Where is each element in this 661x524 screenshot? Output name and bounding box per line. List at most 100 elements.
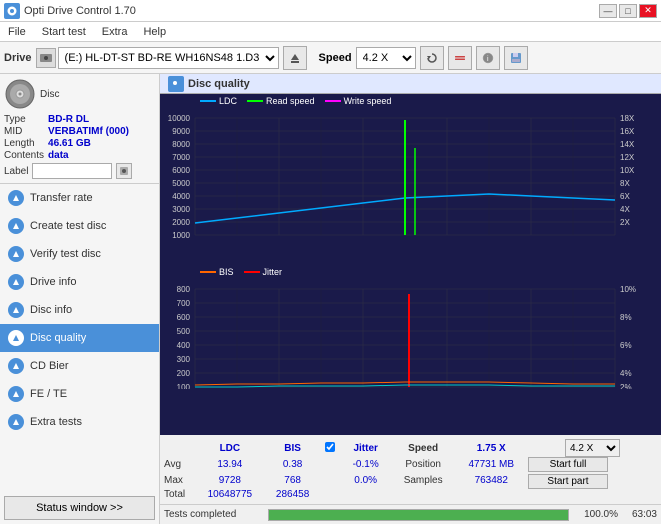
minimize-button[interactable]: — xyxy=(599,4,617,18)
settings-button[interactable] xyxy=(448,46,472,70)
sidebar-item-disc-quality[interactable]: Disc quality xyxy=(0,324,159,352)
start-full-button[interactable]: Start full xyxy=(528,457,608,472)
svg-text:4X: 4X xyxy=(620,205,630,214)
avg-bis: 0.38 xyxy=(266,457,320,472)
speed-select[interactable]: 4.2 X xyxy=(356,47,416,69)
sidebar-item-extra-tests[interactable]: Extra tests xyxy=(0,408,159,436)
bis-legend: BIS xyxy=(200,267,234,277)
svg-text:16X: 16X xyxy=(620,127,635,136)
stats-avg-row: Avg 13.94 0.38 -0.1% Position 47731 MB S… xyxy=(164,457,657,472)
eject-button[interactable] xyxy=(283,46,307,70)
svg-text:100: 100 xyxy=(177,383,191,389)
disc-quality-header: Disc quality xyxy=(160,74,661,94)
drive-label: Drive xyxy=(4,52,32,64)
jitter-checkbox[interactable] xyxy=(325,442,335,452)
sidebar-item-create-test-disc[interactable]: Create test disc xyxy=(0,212,159,240)
svg-text:8%: 8% xyxy=(620,313,632,322)
speed-select-stats[interactable]: 4.2 X xyxy=(565,439,620,457)
label-input[interactable] xyxy=(32,163,112,179)
svg-text:4%: 4% xyxy=(620,369,632,378)
disc-info-label: Disc info xyxy=(30,304,72,316)
svg-text:8000: 8000 xyxy=(172,140,190,149)
menu-file[interactable]: File xyxy=(4,22,30,41)
save-button[interactable] xyxy=(504,46,528,70)
ldc-legend: LDC xyxy=(200,96,237,106)
create-test-disc-label: Create test disc xyxy=(30,220,106,232)
read-speed-legend-label: Read speed xyxy=(266,96,315,106)
verify-test-disc-label: Verify test disc xyxy=(30,248,101,260)
max-jitter: 0.0% xyxy=(340,472,392,489)
svg-text:800: 800 xyxy=(177,285,191,294)
position-value: 47731 MB xyxy=(455,457,528,472)
sidebar-item-verify-test-disc[interactable]: Verify test disc xyxy=(0,240,159,268)
stats-table: LDC BIS Jitter Speed 1.75 X xyxy=(164,439,657,500)
menu-help[interactable]: Help xyxy=(139,22,170,41)
close-button[interactable]: ✕ xyxy=(639,4,657,18)
length-label: Length xyxy=(4,138,44,149)
menu-start-test[interactable]: Start test xyxy=(38,22,90,41)
disc-panel: Disc Type BD-R DL MID VERBATIMf (000) Le… xyxy=(0,74,159,184)
svg-text:6%: 6% xyxy=(620,341,632,350)
svg-text:18X: 18X xyxy=(620,114,635,123)
ldc-header: LDC xyxy=(194,439,266,457)
drive-info-icon xyxy=(8,274,24,290)
bis-legend-label: BIS xyxy=(219,267,234,277)
sidebar-item-cd-bier[interactable]: CD Bier xyxy=(0,352,159,380)
main-area: Disc Type BD-R DL MID VERBATIMf (000) Le… xyxy=(0,74,661,524)
samples-value: 763482 xyxy=(455,472,528,489)
nav-items: Transfer rate Create test disc Verify te… xyxy=(0,184,159,492)
speed-value-header: 1.75 X xyxy=(455,439,528,457)
drive-select[interactable]: (E:) HL-DT-ST BD-RE WH16NS48 1.D3 xyxy=(58,47,279,69)
disc-quality-header-icon xyxy=(168,76,184,92)
title-bar: Opti Drive Control 1.70 — □ ✕ xyxy=(0,0,661,22)
sidebar-item-fe-te[interactable]: FE / TE xyxy=(0,380,159,408)
sidebar-item-disc-info[interactable]: Disc info xyxy=(0,296,159,324)
app-icon xyxy=(4,3,20,19)
menu-extra[interactable]: Extra xyxy=(98,22,132,41)
svg-text:10%: 10% xyxy=(620,285,636,294)
contents-value: data xyxy=(48,150,155,161)
label-edit-button[interactable] xyxy=(116,163,132,179)
top-chart-area: LDC Read speed Write speed xyxy=(160,94,661,265)
avg-label: Avg xyxy=(164,457,194,472)
max-ldc: 9728 xyxy=(194,472,266,489)
svg-text:2X: 2X xyxy=(620,218,630,227)
svg-text:10000: 10000 xyxy=(168,114,191,123)
svg-text:200: 200 xyxy=(177,369,191,378)
bottom-chart-svg: 800 700 600 500 400 300 200 100 10% 8% 6… xyxy=(160,279,650,389)
svg-text:5000: 5000 xyxy=(172,179,190,188)
bis-header: BIS xyxy=(266,439,320,457)
disc-header: Disc xyxy=(4,78,155,110)
disc-info-icon xyxy=(8,302,24,318)
total-ldc: 10648775 xyxy=(194,489,266,500)
bottom-legend: BIS Jitter xyxy=(160,265,661,279)
total-label: Total xyxy=(164,489,194,500)
top-legend: LDC Read speed Write speed xyxy=(160,94,661,108)
info-button[interactable]: i xyxy=(476,46,500,70)
avg-ldc: 13.94 xyxy=(194,457,266,472)
start-part-button[interactable]: Start part xyxy=(528,474,608,489)
maximize-button[interactable]: □ xyxy=(619,4,637,18)
stats-footer: LDC BIS Jitter Speed 1.75 X xyxy=(160,435,661,504)
contents-label: Contents xyxy=(4,150,44,161)
fe-te-label: FE / TE xyxy=(30,388,67,400)
length-value: 46.61 GB xyxy=(48,138,155,149)
position-label: Position xyxy=(392,457,455,472)
label-field-label: Label xyxy=(4,166,28,177)
sidebar-item-drive-info[interactable]: Drive info xyxy=(0,268,159,296)
verify-test-disc-icon xyxy=(8,246,24,262)
fe-te-icon xyxy=(8,386,24,402)
status-window-button[interactable]: Status window >> xyxy=(4,496,155,520)
write-speed-legend: Write speed xyxy=(325,96,392,106)
svg-text:2%: 2% xyxy=(620,383,632,389)
bottom-chart-area: BIS Jitter xyxy=(160,265,661,436)
samples-label: Samples xyxy=(392,472,455,489)
svg-text:12X: 12X xyxy=(620,153,635,162)
transfer-rate-label: Transfer rate xyxy=(30,192,93,204)
refresh-button[interactable] xyxy=(420,46,444,70)
sidebar-item-transfer-rate[interactable]: Transfer rate xyxy=(0,184,159,212)
drive-icon xyxy=(36,48,56,68)
sidebar: Disc Type BD-R DL MID VERBATIMf (000) Le… xyxy=(0,74,160,524)
svg-text:700: 700 xyxy=(177,299,191,308)
app-title: Opti Drive Control 1.70 xyxy=(24,5,599,17)
